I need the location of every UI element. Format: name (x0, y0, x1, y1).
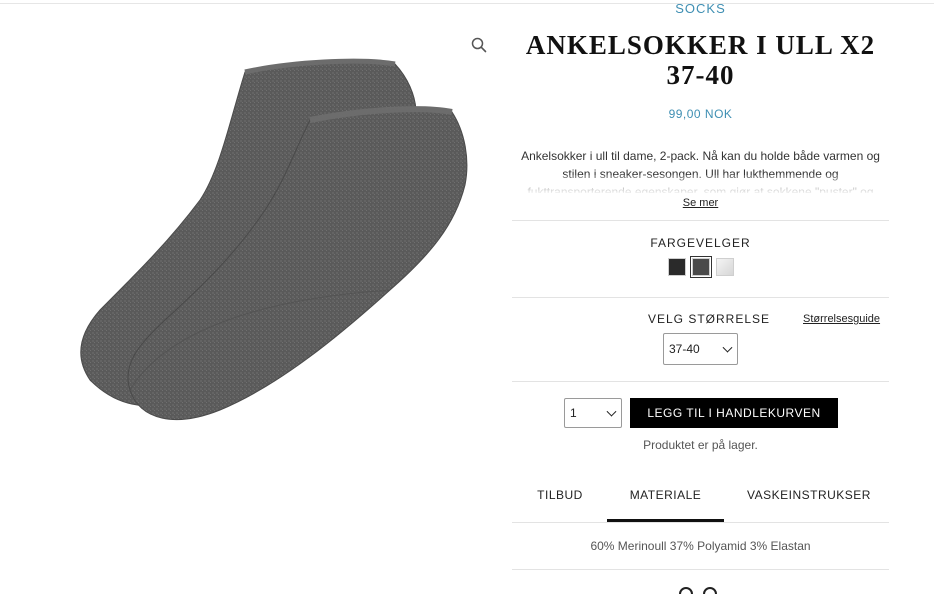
tab-vaskeinstrukser[interactable]: VASKEINSTRUKSER (747, 488, 870, 522)
product-image[interactable] (60, 40, 470, 440)
stock-status: Produktet er på lager. (643, 438, 758, 452)
swatch-light-grey[interactable] (716, 258, 734, 276)
color-swatches (668, 256, 734, 278)
size-select[interactable]: 37-40 (663, 333, 738, 365)
see-more-link[interactable]: Se mer (512, 197, 889, 209)
cropped-icon (679, 587, 717, 594)
chevron-down-icon (606, 406, 617, 417)
sock-pair-image (80, 58, 468, 421)
category-link[interactable]: SOCKS (512, 1, 889, 16)
add-to-cart-button[interactable]: LEGG TIL I HANDLEKURVEN (630, 398, 838, 428)
divider (512, 297, 889, 298)
size-label: VELG STØRRELSE (648, 312, 771, 326)
tab-tilbud[interactable]: TILBUD (536, 488, 584, 522)
quantity-select[interactable]: 1 (564, 398, 622, 428)
divider (512, 220, 889, 221)
info-tabs: TILBUD MATERIALE VASKEINSTRUKSER (512, 488, 889, 524)
zoom-icon[interactable] (470, 36, 488, 54)
divider (512, 569, 889, 570)
product-price: 99,00 NOK (668, 107, 733, 121)
product-title: ANKELSOKKER I ULL X2 37-40 (525, 30, 876, 90)
color-picker-label: FARGEVELGER (650, 236, 751, 250)
divider (512, 522, 889, 523)
chevron-down-icon (722, 342, 733, 353)
tab-materiale[interactable]: MATERIALE (607, 488, 724, 522)
swatch-dark-grey[interactable] (690, 256, 712, 278)
size-select-value: 37-40 (669, 342, 700, 356)
material-composition: 60% Merinoull 37% Polyamid 3% Elastan (590, 539, 811, 553)
size-guide-link[interactable]: Størrelsesguide (803, 313, 880, 325)
quantity-value: 1 (570, 406, 577, 420)
swatch-black[interactable] (668, 258, 686, 276)
description-fade (512, 175, 889, 195)
divider (512, 381, 889, 382)
